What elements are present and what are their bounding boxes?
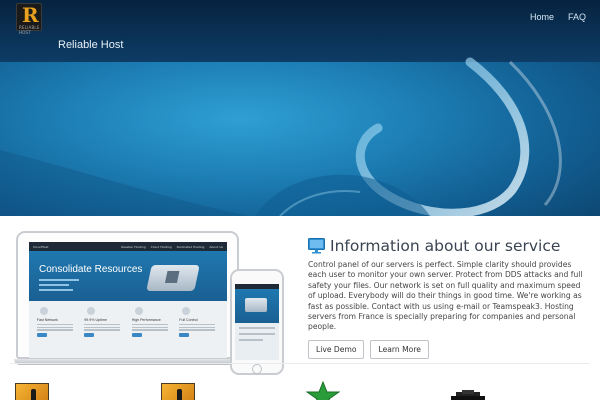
mockup-text-line (36, 329, 73, 331)
mockup-nav-item: Cloud Hosting (150, 244, 172, 249)
phone-text-line (239, 333, 275, 335)
laptop-screen: CloudHost Reseller Hosting Cloud Hosting… (29, 242, 227, 358)
monitor-icon (308, 238, 325, 254)
mockup-text-line (179, 324, 216, 326)
phone-screen (235, 284, 279, 360)
mockup-text-line (36, 326, 73, 328)
logo-glyph: R (22, 3, 39, 27)
mockup-nav-item: Dedicated Hosting (176, 244, 205, 249)
mockup-feature: 99.9% Uptime (84, 307, 124, 337)
cloud-icon (87, 307, 96, 315)
mockup-nav-item: About Us (209, 244, 223, 249)
mockup-text-line (179, 326, 216, 328)
mockup-feature-title: Full Control (179, 318, 198, 322)
counter-strike-icon[interactable] (161, 383, 195, 400)
mockup-brand: CloudHost (33, 244, 49, 249)
nav-faq-link[interactable]: FAQ (568, 12, 586, 22)
laptop-mockup: CloudHost Reseller Hosting Cloud Hosting… (14, 231, 245, 365)
mockup-banner-title: Consolidate Resources (39, 264, 143, 275)
phone-mockup (230, 269, 284, 375)
phone-banner (235, 289, 279, 323)
mockup-feature-title: Fast Network (36, 318, 58, 322)
mockup-feature-button (36, 332, 47, 337)
mockup-feature-button (131, 332, 142, 337)
laptop-base (14, 359, 245, 365)
mockup-nav-item: Reseller Hosting (121, 244, 146, 249)
green-star-icon[interactable] (306, 381, 340, 400)
logo-subtitle: RELIABLE HOST (19, 25, 40, 35)
section-divider (10, 363, 590, 364)
nav-home-link[interactable]: Home (530, 12, 554, 22)
live-demo-button[interactable]: Live Demo (308, 339, 365, 359)
info-buttons: Live Demo Learn More (308, 339, 586, 359)
mockup-text-line (179, 329, 216, 331)
mockup-text-line (39, 284, 69, 286)
mockup-feature: High Performance (131, 307, 172, 337)
plane-icon (134, 307, 143, 315)
main-nav: Home FAQ (530, 12, 586, 22)
info-heading: Information about our service (308, 237, 586, 255)
hero-swirl-graphic (0, 57, 562, 216)
mockup-text-line (131, 324, 168, 326)
phone-home-button (252, 364, 262, 374)
mockup-navbar: CloudHost Reseller Hosting Cloud Hosting… (29, 242, 227, 251)
tank-icon[interactable] (450, 390, 486, 400)
gear-icon (182, 307, 191, 315)
mockup-text-line (131, 329, 168, 331)
hero-banner: R RELIABLE HOST Reliable Host Home FAQ (0, 0, 600, 216)
phone-text-line (239, 339, 263, 341)
mockup-text-line (84, 324, 121, 326)
site-title: Reliable Host (58, 39, 124, 51)
mockup-text-line (84, 329, 121, 331)
mockup-text-line (39, 279, 79, 281)
phone-text-line (239, 327, 275, 329)
server-graphic (146, 265, 200, 291)
mockup-feature-button (179, 332, 190, 337)
mockup-text-line (131, 326, 168, 328)
mockup-features: Fast Network 99.9% Uptime High Performan… (29, 301, 227, 337)
mockup-feature-title: 99.9% Uptime (84, 318, 107, 322)
info-description: Control panel of our servers is perfect.… (308, 260, 583, 332)
info-section: Information about our service Control pa… (308, 237, 586, 359)
mockup-feature: Full Control (179, 307, 219, 337)
mockup-text-line (39, 289, 73, 291)
mockup-text-line (84, 326, 121, 328)
info-title: Information about our service (330, 237, 561, 255)
site-logo[interactable]: R RELIABLE HOST (16, 3, 42, 35)
counter-strike-icon[interactable] (15, 383, 49, 400)
mockup-feature-title: High Performance (131, 318, 161, 322)
rocket-icon (39, 307, 48, 315)
mockup-banner: Consolidate Resources (29, 251, 227, 301)
mockup-feature-button (84, 332, 95, 337)
mockup-text-line (36, 324, 73, 326)
learn-more-button[interactable]: Learn More (370, 339, 429, 359)
mockup-feature: Fast Network (36, 307, 77, 337)
